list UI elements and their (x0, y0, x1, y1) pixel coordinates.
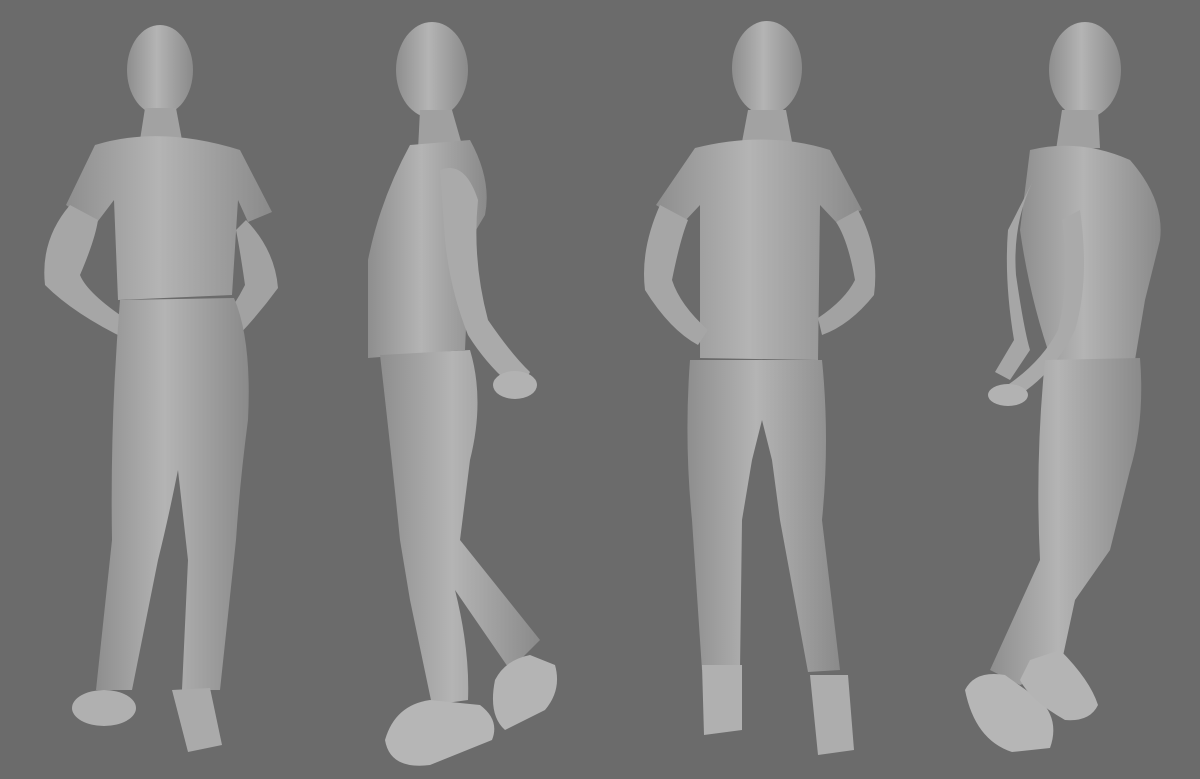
render-viewport (0, 0, 1200, 779)
turnaround-render (0, 0, 1200, 779)
